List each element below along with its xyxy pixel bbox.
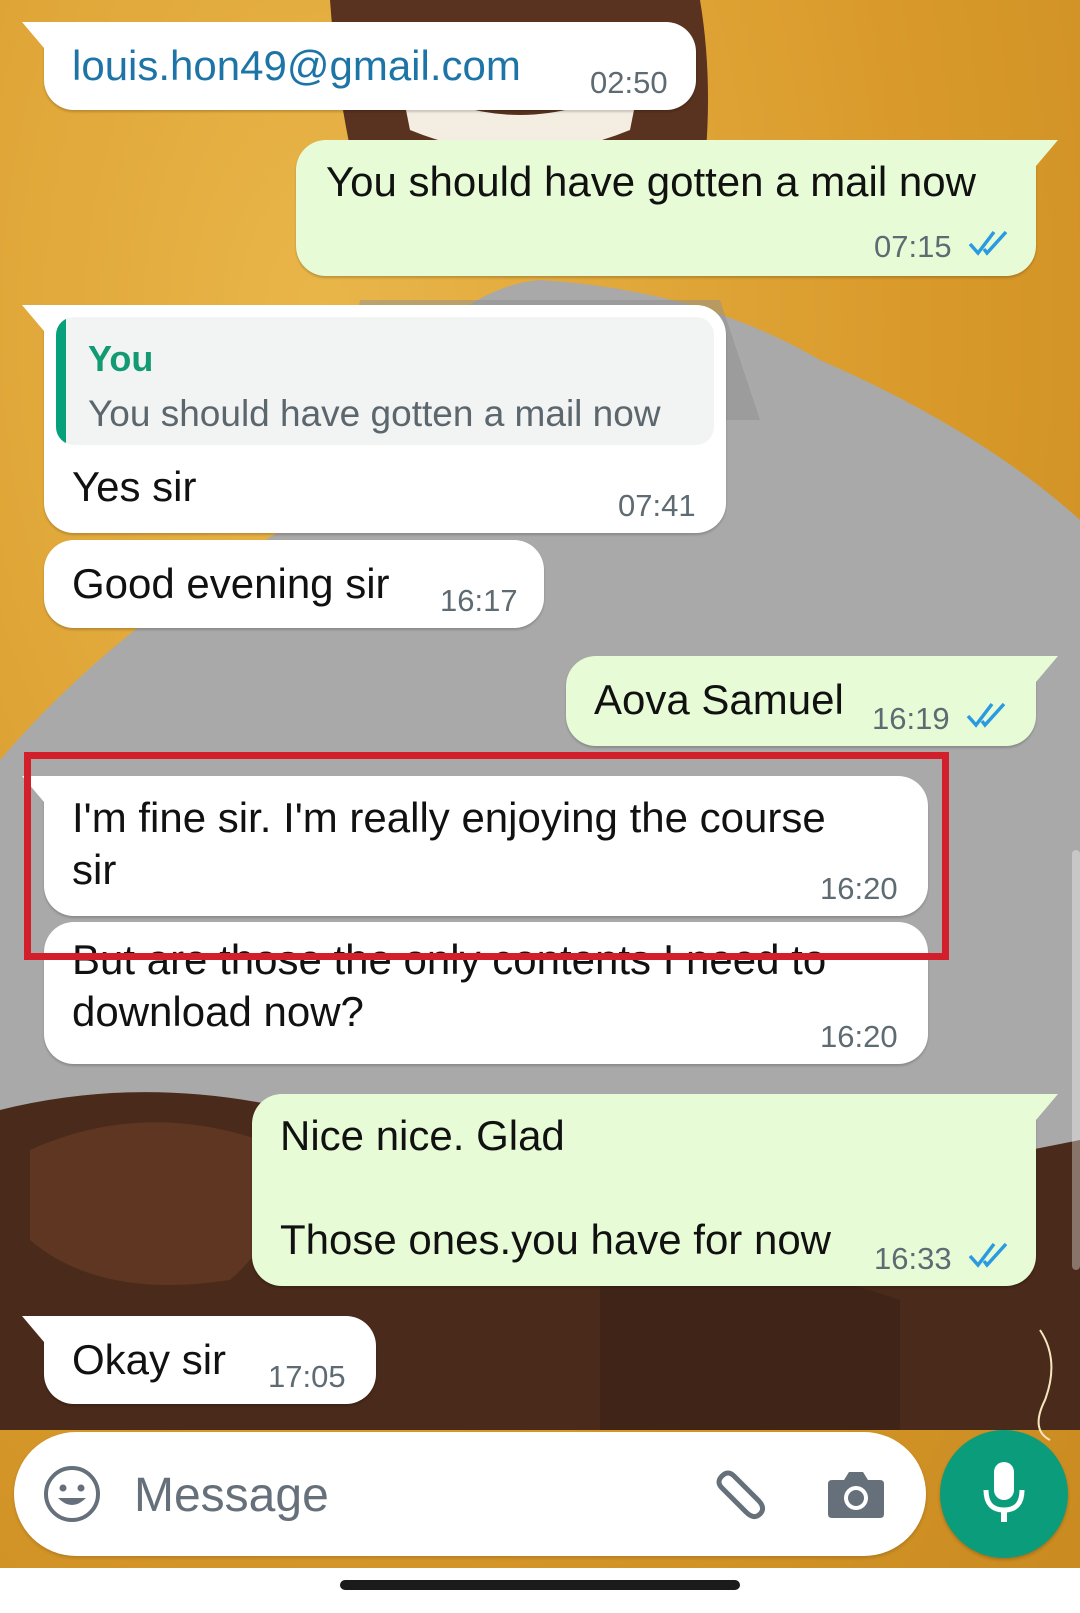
message-time: 16:19 xyxy=(872,701,950,736)
microphone-icon xyxy=(983,1462,1025,1522)
quote-bar xyxy=(56,317,66,445)
message-bubble-outgoing[interactable]: You should have gotten a mail now 07:15 xyxy=(296,140,1058,276)
message-text: But are those the only contents I need t… xyxy=(72,936,827,1035)
message-bubble-outgoing[interactable]: Nice nice. Glad Those ones.you have for … xyxy=(252,1094,1058,1286)
message-bubble-incoming-reply[interactable]: You You should have gotten a mail now Ye… xyxy=(22,305,726,533)
read-ticks-icon xyxy=(968,1242,1008,1268)
camera-icon[interactable] xyxy=(826,1466,886,1522)
message-time: 16:20 xyxy=(820,1019,898,1054)
read-ticks-icon xyxy=(966,702,1006,728)
message-time: 16:20 xyxy=(820,871,898,906)
system-nav-bar xyxy=(0,1568,1080,1613)
message-text: You should have gotten a mail now xyxy=(326,158,976,205)
message-input[interactable] xyxy=(132,1454,696,1536)
voice-record-button[interactable] xyxy=(940,1430,1068,1558)
email-link[interactable]: louis.hon49@gmail.com xyxy=(72,40,521,92)
message-time: 02:50 xyxy=(590,65,668,100)
message-bubble-incoming[interactable]: Okay sir 17:05 xyxy=(22,1316,376,1404)
quoted-message[interactable]: You You should have gotten a mail now xyxy=(56,317,714,445)
message-list[interactable]: louis.hon49@gmail.com 02:50 You should h… xyxy=(0,0,1080,1430)
message-text: Aova Samuel xyxy=(594,676,844,723)
message-text: I'm fine sir. I'm really enjoying the co… xyxy=(72,794,826,893)
message-bubble-incoming[interactable]: But are those the only contents I need t… xyxy=(44,922,928,1064)
message-bubble-outgoing[interactable]: Aova Samuel 16:19 xyxy=(566,656,1058,746)
smiley-icon[interactable] xyxy=(42,1464,102,1524)
message-text: Good evening sir xyxy=(72,560,390,607)
quoted-author: You xyxy=(88,338,154,379)
message-bubble-incoming[interactable]: Good evening sir 16:17 xyxy=(44,540,544,628)
message-time: 16:33 xyxy=(874,1241,952,1276)
message-time: 07:41 xyxy=(618,488,696,523)
message-text: Okay sir xyxy=(72,1336,227,1383)
quoted-text: You should have gotten a mail now xyxy=(88,393,661,434)
message-bubble-incoming[interactable]: louis.hon49@gmail.com 02:50 xyxy=(22,22,696,110)
message-time: 16:17 xyxy=(440,583,518,618)
read-ticks-icon xyxy=(968,230,1008,256)
message-time: 17:05 xyxy=(268,1359,346,1394)
message-text: Nice nice. Glad Those ones.you have for … xyxy=(280,1112,832,1263)
message-time: 07:15 xyxy=(874,229,952,264)
message-bubble-incoming[interactable]: I'm fine sir. I'm really enjoying the co… xyxy=(22,776,928,916)
message-text: Yes sir xyxy=(72,463,197,510)
paperclip-icon[interactable] xyxy=(708,1464,772,1528)
home-gesture-bar[interactable] xyxy=(340,1580,740,1590)
message-composer xyxy=(14,1432,926,1556)
